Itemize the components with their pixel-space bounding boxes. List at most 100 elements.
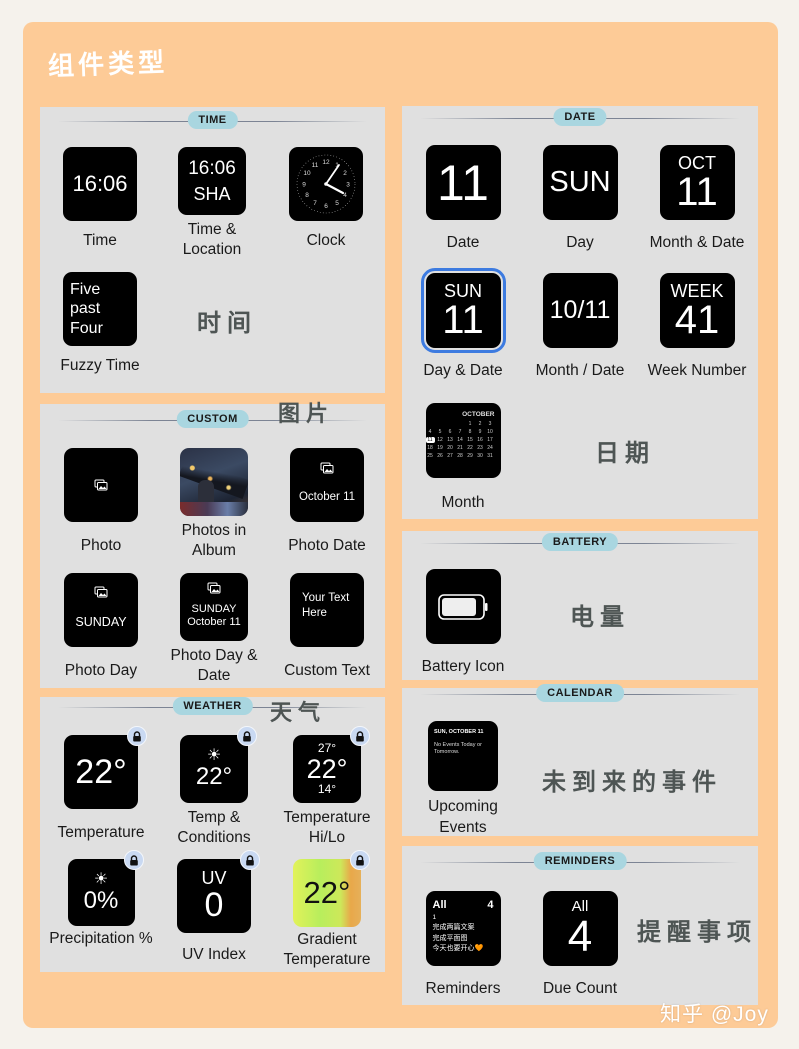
widget-preview[interactable]: OCT 11 [659, 145, 735, 220]
page-title: 组件类型 [47, 47, 169, 83]
lock-icon [356, 854, 364, 865]
lock-icon [356, 730, 364, 741]
widget-preview[interactable]: All 4 1 完成两篇文案 完成平面图 今天也要开心🧡 [425, 891, 501, 966]
widget-month-date[interactable]: OCT 11 Month & Date [642, 145, 752, 253]
photo-stack-icon [320, 462, 334, 473]
fuzzy-line: Five [70, 280, 101, 298]
widget-reminders[interactable]: All 4 1 完成两篇文案 完成平面图 今天也要开心🧡 Reminders [408, 891, 518, 999]
temperature-display: 22° [75, 752, 127, 791]
photo-city-lights [180, 456, 248, 500]
svg-text:9: 9 [302, 182, 306, 189]
widget-day[interactable]: SUN Day [525, 145, 635, 253]
calendar-day: 1 [468, 421, 472, 427]
widget-upcoming-events[interactable]: SUN, OCTOBER 11 No Events Today or Tomor… [408, 721, 518, 838]
widget-preview[interactable]: WEEK 41 [659, 273, 735, 348]
calendar-day: 9 [478, 429, 482, 435]
widget-preview[interactable]: 12 1 2 345 678 9 10 11 [289, 147, 363, 221]
widget-preview[interactable]: 22° [293, 850, 370, 927]
widget-preview[interactable]: OCTOBER 1 2 3 4 5 6 7 8 9 10 11 12 13 14 15 16 17 18 19 20 2… [425, 403, 501, 478]
widget-preview[interactable]: 10/11 [542, 273, 618, 348]
widget-time-location[interactable]: 16:06 SHA Time & Location [157, 147, 267, 260]
widget-preview[interactable] [64, 448, 138, 522]
calendar-day: 16 [477, 437, 483, 443]
section-note: 天气 [270, 701, 327, 726]
calendar-day: 25 [427, 453, 433, 459]
widget-preview[interactable]: 22° [64, 726, 147, 809]
event-date-header: SUN, OCTOBER 11 [434, 729, 484, 735]
reminder-item: 今天也要开心🧡 [432, 945, 484, 952]
widget-uv-index[interactable]: UV 0 UV Index [159, 850, 269, 965]
section-title-pill: BATTERY [541, 533, 619, 551]
calendar-day: 30 [477, 453, 483, 459]
widget-temperature-hilo[interactable]: 27° 22° 14° Temperature Hi/Lo [272, 726, 382, 848]
calendar-day: 31 [487, 453, 493, 459]
widget-preview[interactable]: October 11 [290, 448, 364, 522]
widget-clock[interactable]: 12 1 2 345 678 9 10 11 Clock [271, 147, 381, 251]
widget-label: Week Number [647, 362, 747, 379]
calendar-day [436, 421, 445, 427]
list-name: All [432, 899, 447, 911]
widget-date[interactable]: 11 Date [408, 145, 518, 253]
panel-date: DATE 11 Date SUN Day OCT 11 Month & Date… [402, 106, 758, 519]
widget-fuzzy-time[interactable]: Five past Four Fuzzy Time [45, 272, 155, 376]
widget-preview[interactable]: ☀ 0% [67, 850, 144, 926]
widget-month-slash-date[interactable]: 10/11 Month / Date [525, 273, 635, 381]
widget-preview[interactable]: Five past Four [63, 272, 137, 346]
widget-preview[interactable]: SUN, OCTOBER 11 No Events Today or Tomor… [428, 721, 498, 791]
widget-gradient-temperature[interactable]: 22° Gradient Temperature [272, 850, 382, 970]
widget-week-number[interactable]: WEEK 41 Week Number [642, 273, 752, 381]
widget-preview[interactable]: 16:06 [63, 147, 137, 221]
photo-date-text: October 11 [187, 615, 241, 628]
section-note: 未到来的事件 [542, 768, 722, 796]
widget-photo-date[interactable]: October 11 Photo Date [272, 448, 382, 556]
widget-temp-conditions[interactable]: ☀ 22° Temp & Conditions [159, 726, 269, 848]
lock-badge [237, 726, 257, 746]
widget-photos-in-album[interactable]: Photos in Album [159, 448, 269, 561]
widget-day-date[interactable]: SUN 11 Day & Date [408, 268, 518, 381]
widget-label: Day [566, 234, 594, 251]
widget-preview[interactable] [425, 569, 501, 644]
widget-preview-selected[interactable]: SUN 11 [420, 268, 506, 353]
widget-preview[interactable]: 27° 22° 14° [293, 726, 370, 803]
widget-preview[interactable]: ☀ 22° [180, 726, 257, 803]
widget-preview[interactable]: UV 0 [177, 850, 260, 933]
calendar-day: 21 [457, 445, 463, 451]
calendar-day: 20 [447, 445, 453, 451]
widget-photo-day-date[interactable]: SUNDAY October 11 Photo Day & Date [159, 573, 269, 686]
widget-label: Day & Date [423, 362, 503, 379]
widget-photo[interactable]: Photo [46, 448, 156, 556]
calendar-day: 27 [447, 453, 453, 459]
widget-preview[interactable]: 16:06 SHA [178, 147, 246, 215]
svg-text:3: 3 [346, 182, 350, 189]
widget-preview[interactable]: SUN [542, 145, 618, 220]
widget-temperature[interactable]: 22° Temperature [46, 726, 156, 843]
widget-preview[interactable]: SUNDAY [64, 573, 138, 647]
calendar-grid: 1 2 3 4 5 6 7 8 9 10 11 12 13 14 15 16 17 18 19 20 21 22 23 24 2… [425, 421, 495, 459]
calendar-day: 6 [448, 429, 452, 435]
reminder-count: 4 [487, 899, 494, 911]
widget-label: Fuzzy Time [60, 357, 140, 374]
panel-battery: BATTERY Battery Icon 电量 [402, 531, 758, 680]
widget-preview[interactable]: All 4 [542, 891, 618, 966]
widget-label: Month / Date [535, 362, 625, 379]
widget-time[interactable]: 16:06 Time [45, 147, 155, 251]
lock-icon [246, 854, 254, 865]
calendar-day: 7 [458, 429, 462, 435]
widget-preview[interactable]: 11 [425, 145, 501, 220]
svg-text:6: 6 [324, 203, 328, 210]
panel-calendar: CALENDAR SUN, OCTOBER 11 No Events Today… [402, 684, 758, 838]
widget-custom-text[interactable]: Your Text Here Custom Text [272, 573, 382, 681]
widget-preview[interactable]: SUNDAY October 11 [180, 573, 248, 641]
widget-label: Reminders [425, 980, 501, 997]
widget-label: UV Index [182, 946, 246, 963]
calendar-day: 17 [487, 437, 493, 443]
widget-precipitation[interactable]: ☀ 0% Precipitation % [46, 850, 156, 949]
calendar-day [456, 421, 465, 427]
album-photo-thumbnail[interactable] [180, 448, 248, 516]
widget-photo-day[interactable]: SUNDAY Photo Day [46, 573, 156, 681]
section-header: CALENDAR [402, 682, 758, 706]
widget-preview[interactable]: Your Text Here [290, 573, 364, 647]
widget-due-count[interactable]: All 4 Due Count [525, 891, 635, 999]
widget-battery-icon[interactable]: Battery Icon [408, 569, 518, 677]
widget-month[interactable]: OCTOBER 1 2 3 4 5 6 7 8 9 10 11 12 13 14 15 16 17 18 19 20 2… [408, 403, 518, 513]
